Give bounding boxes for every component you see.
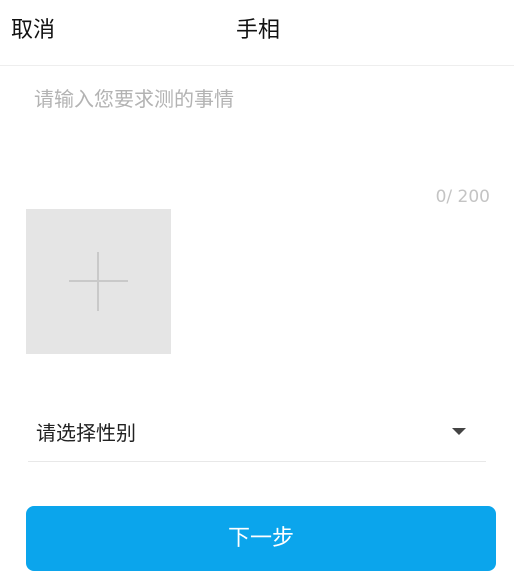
caret-down-icon [452, 428, 466, 435]
next-step-button[interactable]: 下一步 [26, 506, 496, 571]
plus-icon-vertical [97, 252, 99, 311]
page-title: 手相 [235, 18, 280, 43]
gender-select-value: 请选择性别 [36, 421, 136, 445]
hand-reading-form-page: 取消 手相 0/ 200 请选择性别 下一步 [0, 0, 514, 583]
photo-upload-button[interactable] [26, 209, 171, 354]
gender-select[interactable]: 请选择性别 [28, 406, 486, 462]
char-counter: 0/ 200 [435, 187, 490, 207]
navigation-bar: 取消 手相 [0, 0, 514, 66]
question-input[interactable] [34, 84, 490, 184]
